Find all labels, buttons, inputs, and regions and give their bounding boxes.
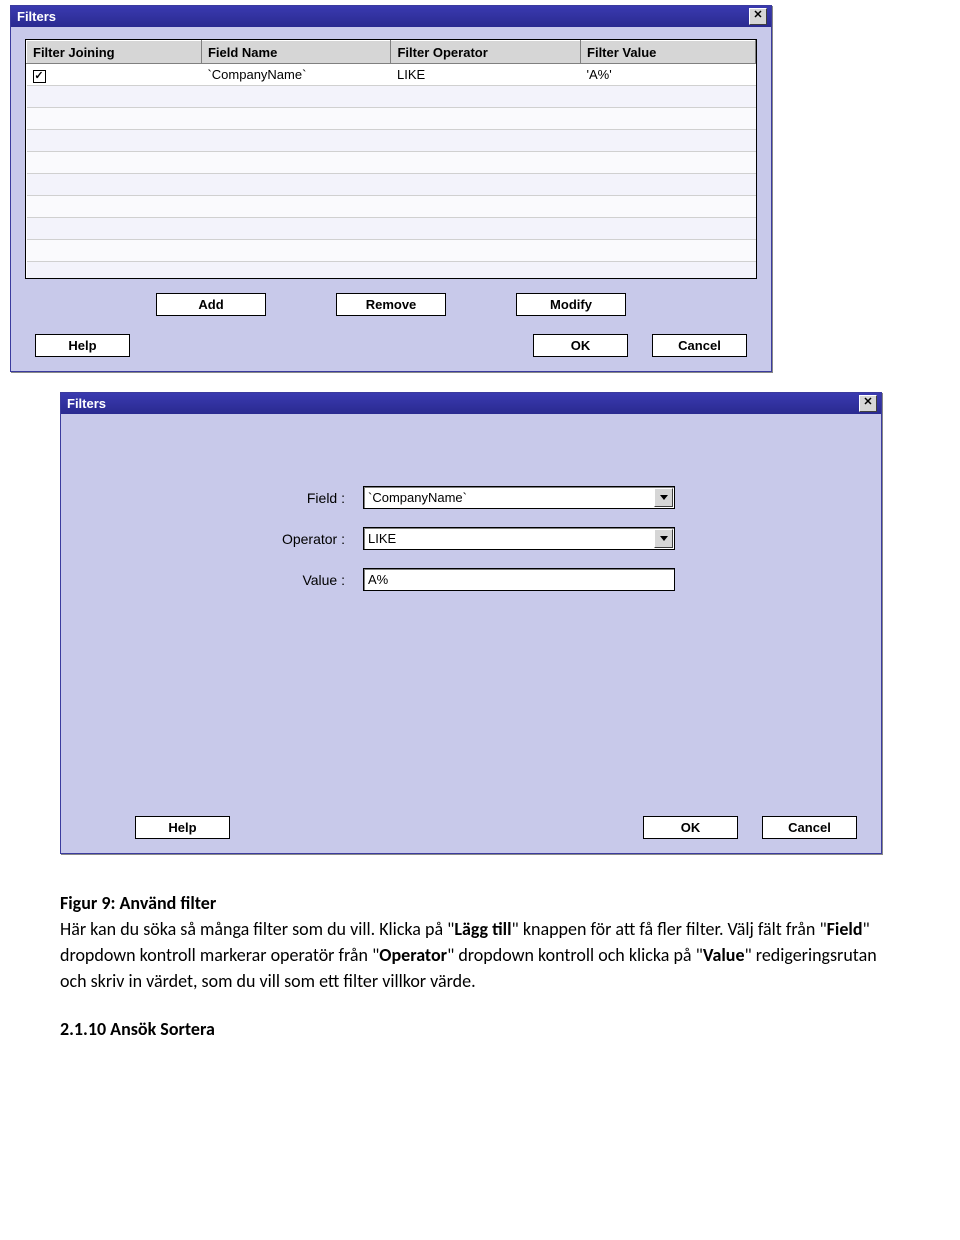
- filters-form-dialog: Filters ✕ Field : `CompanyName` Operator…: [60, 392, 882, 854]
- table-row: [27, 262, 756, 280]
- caption-text-2: " knappen för att få fler filter. Välj f…: [512, 918, 827, 940]
- caption-bold-3: Operator: [379, 944, 447, 966]
- table-row: [27, 86, 756, 108]
- form-area: Field : `CompanyName` Operator : LIKE: [75, 426, 867, 806]
- table-row: [27, 218, 756, 240]
- table-row[interactable]: ✓ `CompanyName` LIKE 'A%': [27, 64, 756, 86]
- figure-caption: Figur 9: Använd filter Här kan du söka s…: [60, 890, 900, 994]
- caption-text-1: Här kan du söka så många filter som du v…: [60, 918, 454, 940]
- action-button-row: Add Remove Modify: [25, 293, 757, 316]
- caption-title: Figur 9: Använd filter: [60, 892, 216, 914]
- chevron-down-icon[interactable]: [654, 488, 673, 507]
- filters-grid-dialog: Filters ✕ Filter Joining Field Name Filt…: [10, 5, 772, 372]
- chevron-down-icon[interactable]: [654, 529, 673, 548]
- remove-button[interactable]: Remove: [336, 293, 446, 316]
- add-button[interactable]: Add: [156, 293, 266, 316]
- col-field-name[interactable]: Field Name: [201, 41, 391, 64]
- col-filter-joining[interactable]: Filter Joining: [27, 41, 202, 64]
- cell-operator[interactable]: LIKE: [391, 64, 581, 86]
- cell-joining[interactable]: ✓: [27, 64, 202, 86]
- label-field: Field :: [75, 490, 363, 506]
- filter-grid: Filter Joining Field Name Filter Operato…: [25, 39, 757, 279]
- dialog-title: Filters: [67, 396, 106, 411]
- form-row-field: Field : `CompanyName`: [75, 486, 867, 509]
- close-icon[interactable]: ✕: [749, 8, 767, 25]
- help-button[interactable]: Help: [135, 816, 230, 839]
- ok-button[interactable]: OK: [643, 816, 738, 839]
- cell-value[interactable]: 'A%': [581, 64, 756, 86]
- operator-combo[interactable]: LIKE: [363, 527, 675, 550]
- table-row: [27, 130, 756, 152]
- field-combo[interactable]: `CompanyName`: [363, 486, 675, 509]
- dialog-body: Filter Joining Field Name Filter Operato…: [11, 27, 771, 371]
- col-filter-value[interactable]: Filter Value: [581, 41, 756, 64]
- operator-combo-value: LIKE: [368, 531, 396, 546]
- table-row: [27, 152, 756, 174]
- caption-bold-4: Value: [703, 944, 745, 966]
- cancel-button[interactable]: Cancel: [652, 334, 747, 357]
- modify-button[interactable]: Modify: [516, 293, 626, 316]
- table-row: [27, 240, 756, 262]
- col-filter-operator[interactable]: Filter Operator: [391, 41, 581, 64]
- caption-bold-2: Field: [827, 918, 863, 940]
- form-row-operator: Operator : LIKE: [75, 527, 867, 550]
- form-row-value: Value : A%: [75, 568, 867, 591]
- label-value: Value :: [75, 572, 363, 588]
- label-operator: Operator :: [75, 531, 363, 547]
- footer-button-row: Help OK Cancel: [75, 816, 867, 839]
- field-combo-value: `CompanyName`: [368, 490, 467, 505]
- footer-button-row: Help OK Cancel: [25, 334, 757, 357]
- caption-bold-1: Lägg till: [454, 918, 511, 940]
- cell-field-name[interactable]: `CompanyName`: [201, 64, 391, 86]
- section-heading: 2.1.10 Ansök Sortera: [60, 1018, 900, 1040]
- titlebar: Filters ✕: [11, 6, 771, 27]
- titlebar: Filters ✕: [61, 393, 881, 414]
- dialog-title: Filters: [17, 9, 56, 24]
- table-header-row: Filter Joining Field Name Filter Operato…: [27, 41, 756, 64]
- caption-text-4: " dropdown kontroll och klicka på ": [447, 944, 703, 966]
- ok-button[interactable]: OK: [533, 334, 628, 357]
- table-row: [27, 196, 756, 218]
- value-input[interactable]: A%: [363, 568, 675, 591]
- cancel-button[interactable]: Cancel: [762, 816, 857, 839]
- help-button[interactable]: Help: [35, 334, 130, 357]
- dialog-body: Field : `CompanyName` Operator : LIKE: [61, 414, 881, 853]
- value-input-text: A%: [368, 572, 388, 587]
- close-icon[interactable]: ✕: [859, 395, 877, 412]
- table-row: [27, 108, 756, 130]
- checkbox-icon[interactable]: ✓: [33, 70, 46, 83]
- table-row: [27, 174, 756, 196]
